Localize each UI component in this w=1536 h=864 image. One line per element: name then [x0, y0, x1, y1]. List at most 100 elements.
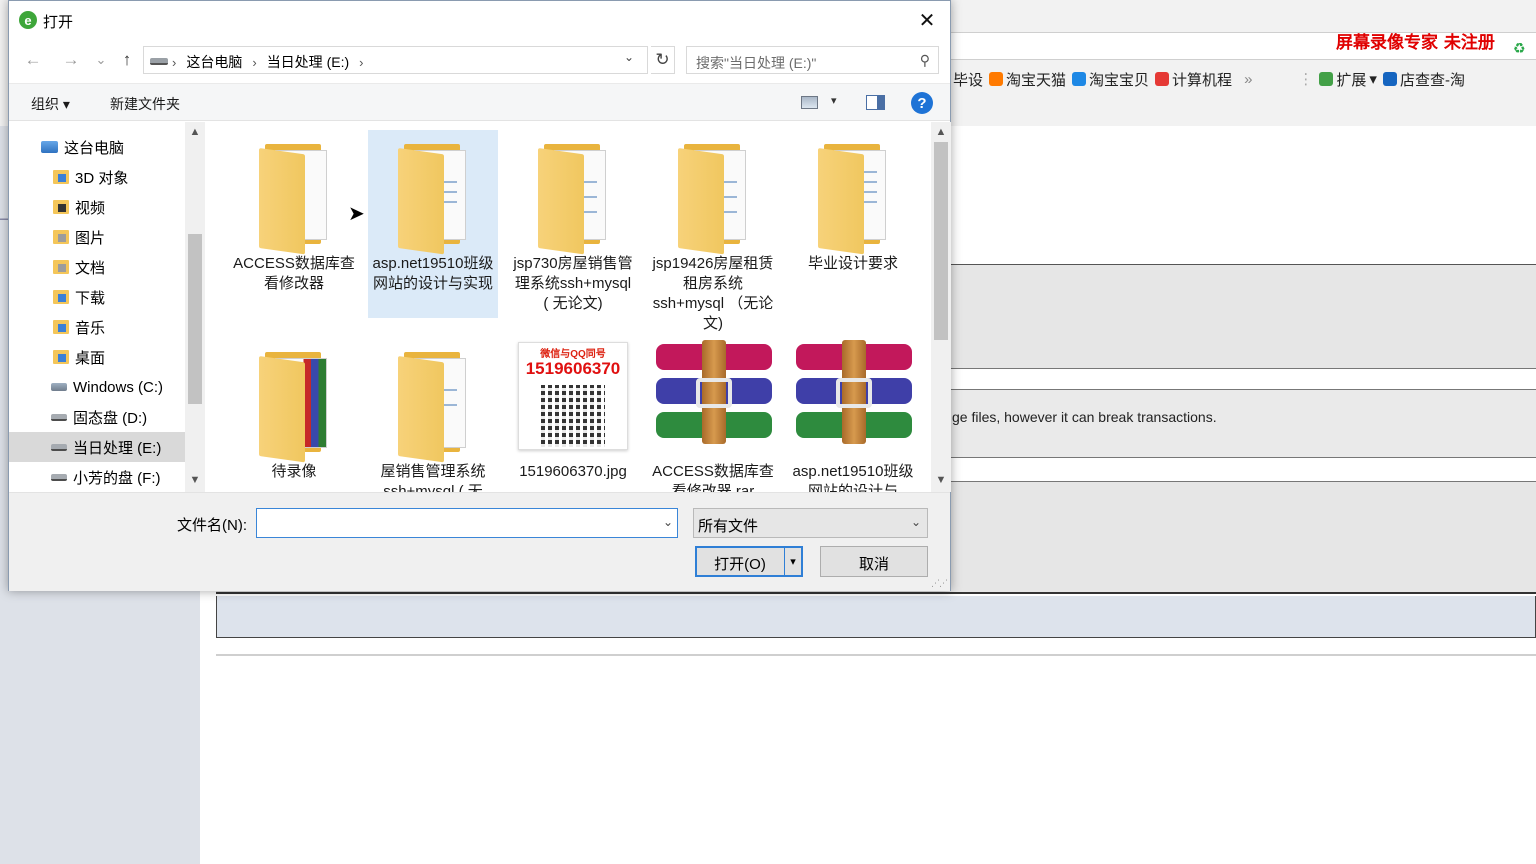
file-item[interactable]: 屋销售管理系统ssh+mysql ( 无 [368, 338, 498, 492]
chevron-down-icon[interactable]: ⌄ [911, 515, 921, 529]
tree-item-pictures[interactable]: 图片 [9, 222, 193, 252]
content-note-text: ge files, however it can break transacti… [952, 409, 1217, 425]
file-item[interactable]: jsp730房屋销售管理系统ssh+mysql ( 无论文) [508, 130, 638, 318]
forward-button[interactable]: → [59, 49, 83, 71]
file-list: ACCESS数据库查看修改器 asp.net19510班级网站的设计与实现 js… [205, 122, 931, 492]
tree-item-3d-objects[interactable]: 3D 对象 [9, 162, 193, 192]
file-item[interactable]: ACCESS数据库查看修改器.rar [648, 338, 778, 492]
folder-icon [398, 144, 474, 255]
filename-label: 文件名(N): [177, 517, 247, 534]
view-options-dropdown[interactable]: ▾ [831, 94, 837, 107]
drive-icon [51, 413, 67, 421]
videos-icon [53, 200, 69, 214]
favorites-divider: ⋮ [1298, 71, 1314, 88]
file-item[interactable]: asp.net19510班级网站的设计与实现 [368, 130, 498, 318]
scroll-up-arrow-icon[interactable]: ▲ [188, 124, 202, 140]
favorites-more-button[interactable]: » [1244, 71, 1252, 88]
scroll-down-arrow-icon[interactable]: ▼ [188, 472, 202, 488]
3d-objects-icon [53, 170, 69, 184]
filename-history-dropdown[interactable]: ⌄ [663, 515, 673, 529]
breadcrumb-separator[interactable]: › [359, 55, 363, 70]
open-file-dialog: e 打开 ✕ ← → ⌄ ↑ › 这台电脑 › 当日处理 (E:) › ⌄ ↻ … [8, 0, 951, 591]
extensions-button[interactable]: 扩展 ▾ [1319, 69, 1377, 90]
tree-item-drive-d[interactable]: 固态盘 (D:) [9, 402, 193, 432]
navigation-bar: ← → ⌄ ↑ › 这台电脑 › 当日处理 (E:) › ⌄ ↻ 搜索"当日处理… [9, 43, 950, 77]
downloads-icon [53, 290, 69, 304]
folder-icon [259, 352, 335, 463]
tree-item-this-pc[interactable]: 这台电脑 [9, 132, 193, 162]
open-button-label[interactable]: 打开(O) [697, 553, 783, 574]
file-list-scrollbar[interactable]: ▲ ▼ [931, 122, 951, 492]
favorite-item[interactable]: 毕设 [953, 69, 983, 90]
scrollbar-thumb[interactable] [188, 234, 202, 404]
tree-item-documents[interactable]: 文档 [9, 252, 193, 282]
cancel-button[interactable]: 取消 [820, 546, 928, 577]
breadcrumb-separator[interactable]: › [172, 55, 176, 70]
pictures-icon [53, 230, 69, 244]
up-button[interactable]: ↑ [115, 49, 139, 71]
tree-item-videos[interactable]: 视频 [9, 192, 193, 222]
content-row [216, 596, 1536, 638]
organize-menu-button[interactable]: 组织 ▾ [31, 94, 70, 114]
file-item[interactable]: 待录像 [229, 338, 359, 492]
command-toolbar: 组织 ▾ 新建文件夹 ▾ ? [9, 83, 950, 121]
search-icon[interactable]: ⚲ [920, 52, 930, 69]
address-history-dropdown[interactable]: ⌄ [624, 50, 634, 64]
tree-item-drive-c[interactable]: Windows (C:) [9, 372, 193, 402]
windows-drive-icon [51, 383, 67, 391]
back-button[interactable]: ← [21, 49, 45, 71]
tree-item-drive-f[interactable]: 小芳的盘 (F:) [9, 462, 193, 492]
file-item[interactable]: 微信与QQ同号 1519606370 1519606370.jpg [508, 338, 638, 492]
file-item[interactable]: ACCESS数据库查看修改器 [229, 130, 359, 318]
open-options-dropdown[interactable]: ▾ [784, 548, 801, 575]
tree-item-downloads[interactable]: 下载 [9, 282, 193, 312]
taobao-icon [1072, 72, 1087, 86]
file-item[interactable]: 毕业设计要求 [788, 130, 918, 318]
recorder-watermark: 屏幕录像专家 未注册 [1336, 33, 1495, 53]
file-item[interactable]: asp.net19510班级网站的设计与 [788, 338, 918, 492]
change-view-icon[interactable] [801, 96, 818, 109]
help-icon[interactable]: ? [911, 92, 933, 114]
favorites-bar: 毕设 淘宝天猫 淘宝宝贝 计算机程 » ⋮ 扩展 ▾ 店查查-淘 [951, 62, 1536, 96]
new-folder-button[interactable]: 新建文件夹 [110, 94, 180, 114]
folder-icon [538, 144, 614, 255]
tree-item-music[interactable]: 音乐 [9, 312, 193, 342]
favorite-item[interactable]: 淘宝天猫 [989, 69, 1066, 90]
close-button[interactable]: ✕ [904, 1, 950, 39]
file-item[interactable]: jsp19426房屋租赁租房系统ssh+mysql （无论文) [648, 130, 778, 332]
breadcrumb: › 这台电脑 › 当日处理 (E:) › [172, 52, 363, 72]
address-bar[interactable]: › 这台电脑 › 当日处理 (E:) › ⌄ [143, 46, 648, 74]
resize-grip-icon[interactable]: ⋰⋰ [931, 578, 948, 589]
mouse-cursor-icon: ➤ [348, 203, 365, 225]
search-box[interactable]: 搜索"当日处理 (E:)" ⚲ [686, 46, 939, 74]
breadcrumb-drive-e[interactable]: 当日处理 (E:) [267, 52, 349, 72]
navigation-scrollbar[interactable]: ▲ ▼ [185, 122, 205, 492]
open-button[interactable]: 打开(O) ▾ [695, 546, 803, 577]
favorite-item[interactable]: 淘宝宝贝 [1072, 69, 1149, 90]
filename-field[interactable]: ⌄ [256, 508, 678, 538]
shop-icon [1155, 72, 1170, 86]
drive-icon [51, 473, 67, 481]
file-type-select[interactable]: 所有文件 ⌄ [693, 508, 928, 538]
favorite-item[interactable]: 计算机程 [1155, 69, 1232, 90]
search-input[interactable]: 搜索"当日处理 (E:)" [696, 53, 816, 73]
documents-icon [53, 260, 69, 274]
refresh-button[interactable]: ↻ [651, 46, 675, 74]
music-icon [53, 320, 69, 334]
recorder-status-icon: ♻ [1513, 40, 1526, 56]
breadcrumb-this-pc[interactable]: 这台电脑 [186, 52, 242, 72]
scroll-up-arrow-icon[interactable]: ▲ [934, 124, 948, 140]
preview-pane-icon[interactable] [866, 95, 885, 110]
breadcrumb-separator[interactable]: › [252, 55, 256, 70]
scrollbar-thumb[interactable] [934, 142, 948, 340]
file-type-value: 所有文件 [698, 518, 759, 535]
recent-locations-button[interactable]: ⌄ [89, 49, 113, 71]
title-bar[interactable]: e 打开 ✕ [9, 1, 950, 39]
favorite-item[interactable]: 店查查-淘 [1382, 69, 1465, 90]
desktop-icon [53, 350, 69, 364]
folder-icon [398, 352, 474, 463]
drive-icon [51, 443, 67, 451]
tree-item-drive-e[interactable]: 当日处理 (E:) [9, 432, 193, 462]
tree-item-desktop[interactable]: 桌面 [9, 342, 193, 372]
scroll-down-arrow-icon[interactable]: ▼ [934, 472, 948, 488]
